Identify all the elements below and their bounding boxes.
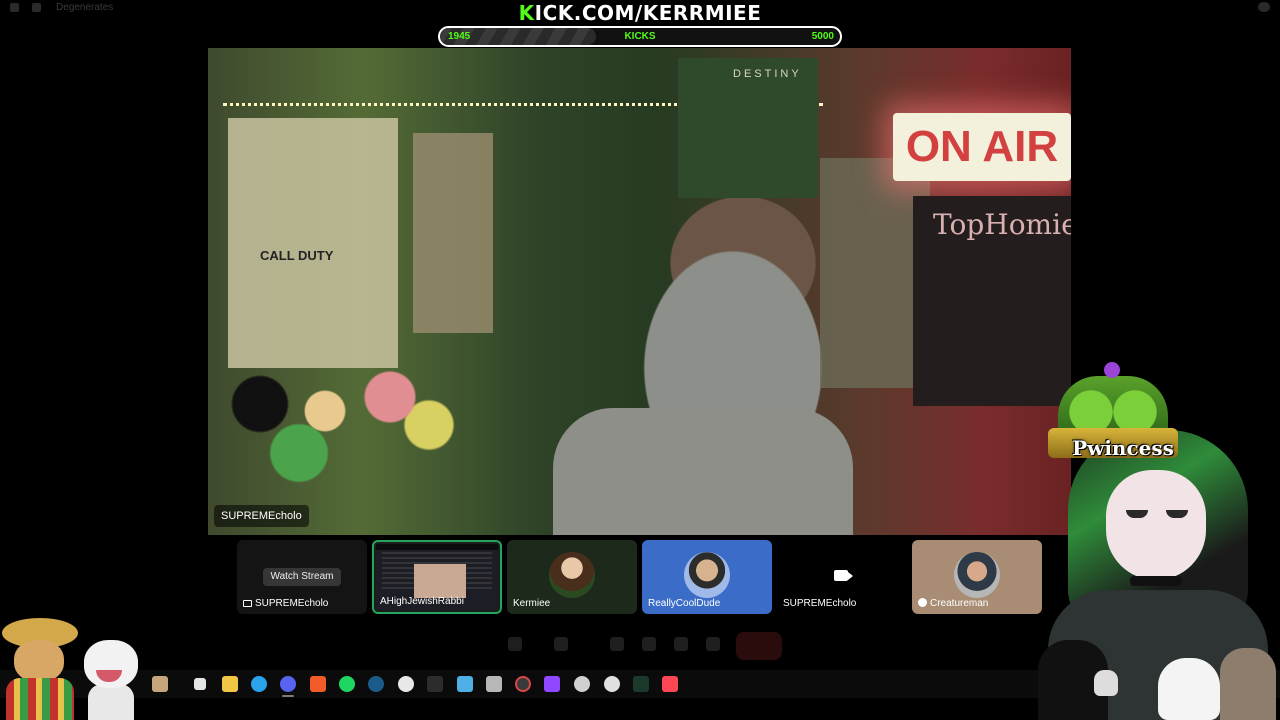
twitch-icon[interactable] [544, 676, 560, 692]
chrome-icon[interactable] [398, 676, 414, 692]
skull-icon [1094, 670, 1118, 696]
brave-icon[interactable] [310, 676, 326, 692]
notepad-icon[interactable] [457, 676, 473, 692]
participant-tile[interactable]: Creatureman [912, 540, 1042, 614]
crown-text: Pwincess [1072, 436, 1174, 460]
screen-share-icon [243, 600, 252, 607]
chalkboard-text: TopHomie [933, 208, 1071, 241]
file-explorer-icon[interactable] [222, 676, 238, 692]
participant-name: AHighJewishRabbi [380, 596, 464, 607]
discord-icon[interactable] [280, 676, 296, 692]
cat-head [14, 640, 64, 682]
task-view-icon[interactable] [194, 678, 206, 690]
participant-name: SUPREMEcholo [783, 598, 857, 609]
activities-icon[interactable] [642, 637, 656, 651]
video-camera-icon [834, 570, 853, 581]
poster-call-of-duty [228, 118, 398, 368]
soundboard-icon[interactable] [674, 637, 688, 651]
watch-stream-button[interactable]: Watch Stream [263, 568, 341, 586]
search-icon[interactable] [152, 676, 168, 692]
streamer-shirt [553, 408, 853, 535]
vtuber-choker [1130, 576, 1182, 586]
edge-icon[interactable] [251, 676, 267, 692]
on-air-sign: ON AIR [893, 113, 1071, 181]
participant-tile[interactable]: SUPREMEcholo [777, 540, 907, 614]
dog-sticker [78, 640, 142, 720]
share-screen-icon[interactable] [610, 637, 624, 651]
avatar [684, 552, 730, 598]
main-video-name-label: SUPREMEcholo [214, 505, 309, 527]
epic-games-icon[interactable] [427, 676, 443, 692]
microphone-icon[interactable] [508, 637, 522, 651]
terminal-icon[interactable] [633, 676, 649, 692]
participant-name-row: SUPREMEcholo [243, 598, 328, 609]
spotify-icon[interactable] [339, 676, 355, 692]
disconnect-button[interactable] [736, 632, 782, 660]
poster-callofduty-text: CALL DUTY [260, 248, 334, 263]
participant-name: SUPREMEcholo [255, 598, 329, 609]
avatar [954, 552, 1000, 598]
crown-top [1058, 376, 1168, 436]
poster-figure [413, 133, 493, 333]
poster-destiny-text: DESTINY [733, 68, 802, 80]
steelseries-gg-icon[interactable] [604, 676, 620, 692]
participant-name-row: Creatureman [918, 598, 988, 609]
goal-target: 5000 [811, 31, 834, 42]
participant-tile[interactable]: ReallyCoolDude [642, 540, 772, 614]
crown-icon: Pwincess [1048, 362, 1178, 472]
goal-label: KICKS [624, 31, 656, 42]
white-cat-sticker [1158, 658, 1220, 720]
participant-tile-speaking[interactable]: AHighJewishRabbi [372, 540, 502, 614]
calculator-icon[interactable] [486, 676, 502, 692]
vtuber-face [1106, 470, 1206, 580]
kick-goal-bar: 1945 KICKS 5000 [438, 26, 842, 47]
participant-name: Kermiee [513, 598, 551, 609]
participant-tile[interactable]: Watch Stream SUPREMEcholo [237, 540, 367, 614]
grey-cat-sticker [1220, 648, 1276, 720]
obs-icon[interactable] [515, 676, 531, 692]
vtuber-avatar: Pwincess [1038, 340, 1280, 720]
poncho [6, 678, 74, 720]
participant-name: ReallyCoolDude [648, 598, 721, 609]
participant-tile[interactable]: Kermiee [507, 540, 637, 614]
camera-icon[interactable] [554, 637, 568, 651]
plushies [208, 348, 468, 488]
more-options-icon[interactable] [706, 637, 720, 651]
steelseries-icon[interactable] [574, 676, 590, 692]
kick-channel-url: ICK.COM/KERRMIEE [534, 1, 762, 25]
crown-gem [1104, 362, 1120, 378]
active-app-indicator [282, 695, 294, 697]
kick-channel-title: KICK.COM/KERRMIEE [0, 1, 1280, 25]
steam-icon[interactable] [368, 676, 384, 692]
kick-logo-letter: K [518, 1, 535, 25]
main-stream-video[interactable]: DESTINY CALL DUTY ON AIR TopHomie [208, 48, 1071, 535]
xbox-icon [918, 598, 927, 607]
avatar [549, 552, 595, 598]
screen-share-webcam [414, 564, 466, 598]
valorant-icon[interactable] [662, 676, 678, 692]
dog-body [88, 684, 134, 720]
participant-name: Creatureman [930, 598, 989, 609]
sombrero-cat-sticker [0, 618, 80, 720]
